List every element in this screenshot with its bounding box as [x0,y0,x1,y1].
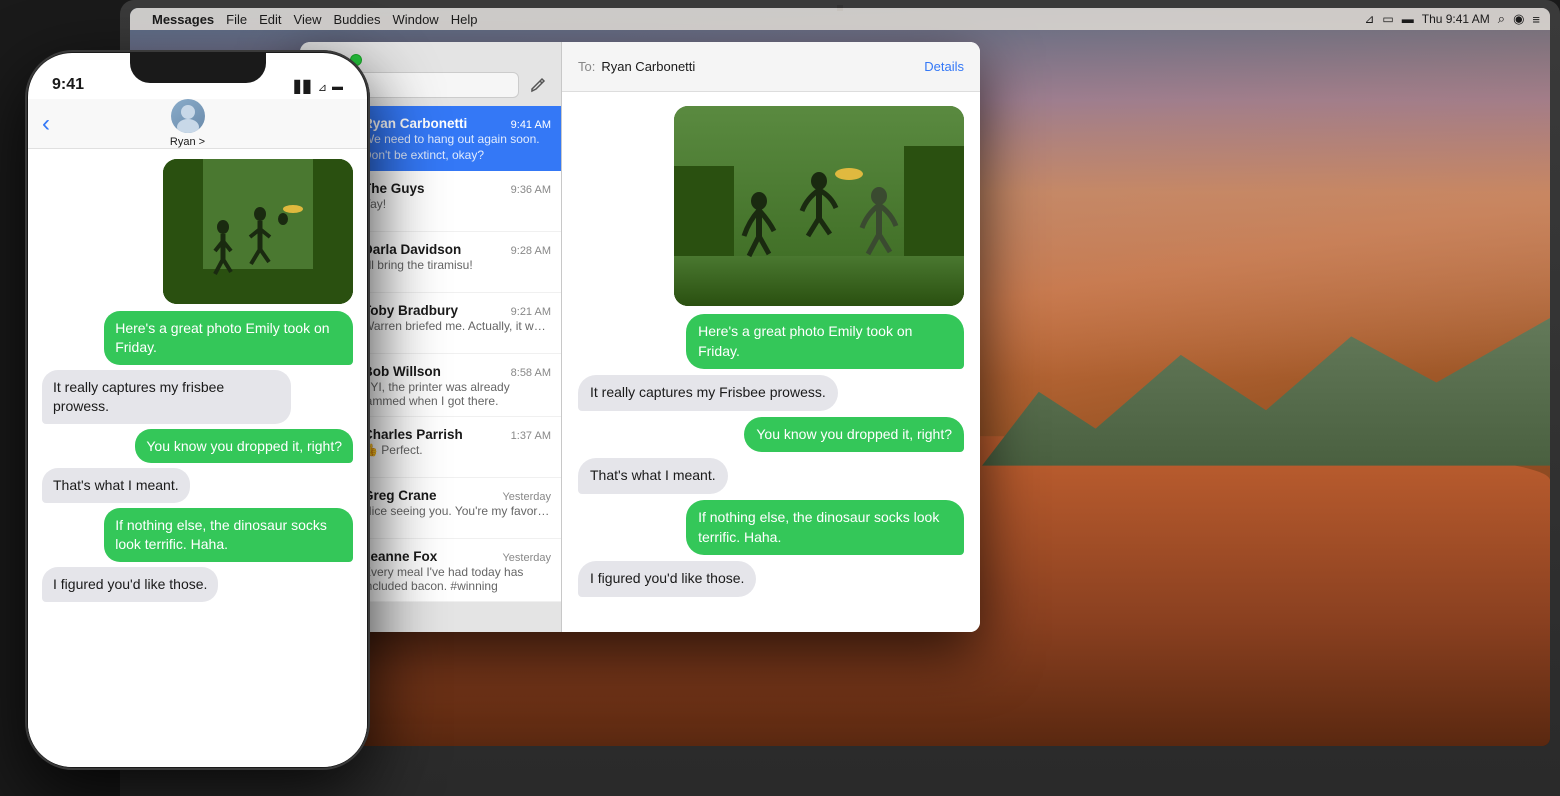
conv-name-darla: Darla Davidson [363,242,461,257]
cast-icon: ▭ [1382,12,1393,26]
iphone-msg-sent-3: If nothing else, the dinosaur socks look… [42,508,353,562]
wifi-status-icon: ⊿ [318,81,327,94]
back-button[interactable]: ‹ [42,110,50,138]
conv-name-guys: The Guys [363,181,425,196]
message-sent-2: You know you dropped it, right? [578,417,964,453]
conv-name-toby: Toby Bradbury [363,303,458,318]
menu-edit[interactable]: Edit [259,12,281,27]
conv-time-toby: 9:21 AM [511,306,551,318]
conv-content-jeanne: Jeanne Fox Yesterday Every meal I've had… [363,547,551,593]
iphone-msg-received-2: That's what I meant. [42,468,353,503]
battery-icon: ▬ [1402,12,1414,26]
iphone-bubble-received-1: It really captures my frisbee prowess. [42,370,291,424]
iphone-msg-received-3: I figured you'd like those. [42,567,353,602]
iphone-bubble-received-2: That's what I meant. [42,468,190,503]
iphone-photo-bubble [163,159,353,304]
conv-content-greg: Greg Crane Yesterday Nice seeing you. Yo… [363,486,551,518]
messages-window: ⌕ Search [300,42,980,632]
iphone-avatar [171,99,205,133]
iphone-bubble-sent-2: You know you dropped it, right? [135,429,353,464]
photo-bubble [674,106,964,306]
compose-button[interactable] [525,72,551,98]
conv-time-ryan: 9:41 AM [511,119,551,131]
conv-time-bob: 8:58 AM [511,367,551,379]
iphone-photo-message [42,159,353,304]
conv-preview-guys: Yay! [363,197,551,211]
iphone-time-label: 9:41 [52,76,84,94]
conv-content-guys: The Guys 9:36 AM Yay! [363,179,551,211]
message-received-2: That's what I meant. [578,458,964,494]
conv-content-darla: Darla Davidson 9:28 AM I'll bring the ti… [363,240,551,272]
iphone-msg-received-1: It really captures my frisbee prowess. [42,370,353,424]
chat-area: To: Ryan Carbonetti Details [562,42,980,632]
conv-time-darla: 9:28 AM [511,245,551,257]
menu-buddies[interactable]: Buddies [333,12,380,27]
iphone-msg-sent-1: Here's a great photo Emily took on Frida… [42,311,353,365]
conv-preview-toby: Warren briefed me. Actually, it wasn't t… [363,319,551,333]
iphone-notch [130,53,266,83]
conv-name-bob: Bob Willson [363,364,441,379]
conv-name-charles: Charles Parrish [363,427,463,442]
conv-content-ryan: Ryan Carbonetti 9:41 AM We need to hang … [363,114,551,163]
spotlight-icon[interactable]: ⌕ [1498,11,1505,27]
conv-content-charles: Charles Parrish 1:37 AM 👍 Perfect. [363,425,551,457]
conv-name-jeanne: Jeanne Fox [363,549,437,564]
siri-icon[interactable]: ◉ [1513,11,1524,27]
message-received-3: I figured you'd like those. [578,561,964,597]
chat-contact-name: Ryan Carbonetti [601,59,695,74]
conv-time-charles: 1:37 AM [511,430,551,442]
conv-preview-ryan: We need to hang out again soon. Don't be… [363,132,551,163]
notification-icon[interactable]: ≡ [1532,12,1540,27]
bubble-sent-2: You know you dropped it, right? [744,417,964,453]
chat-messages: Here's a great photo Emily took on Frida… [562,92,980,632]
menu-view[interactable]: View [294,12,322,27]
bubble-received-3: I figured you'd like those. [578,561,756,597]
menubar: Messages File Edit View Buddies Window H… [130,8,1550,30]
conv-time-guys: 9:36 AM [511,184,551,196]
bubble-received-2: That's what I meant. [578,458,728,494]
iphone-contact-name-label: Ryan > [170,136,205,148]
conv-preview-jeanne: Every meal I've had today has included b… [363,565,551,593]
battery-status-icon: ▬ [332,81,343,93]
iphone-bubble-sent-1: Here's a great photo Emily took on Frida… [104,311,353,365]
menu-window[interactable]: Window [392,12,438,27]
iphone-frame: 9:41 ▋▊ ⊿ ▬ ‹ Ryan > [25,50,370,770]
conv-content-bob: Bob Willson 8:58 AM FYI, the printer was… [363,362,551,408]
conv-time-jeanne: Yesterday [502,552,551,564]
clock-label: Thu 9:41 AM [1422,12,1490,26]
iphone-contact-info: Ryan > [60,99,315,148]
conv-preview-charles: 👍 Perfect. [363,443,551,457]
app-name-label[interactable]: Messages [152,12,214,27]
iphone-msg-sent-2: You know you dropped it, right? [42,429,353,464]
chat-header: To: Ryan Carbonetti Details [562,42,980,92]
menu-help[interactable]: Help [451,12,478,27]
conv-name-greg: Greg Crane [363,488,437,503]
message-photo [578,106,964,306]
conv-preview-darla: I'll bring the tiramisu! [363,258,551,272]
bubble-received-1: It really captures my Frisbee prowess. [578,375,838,411]
iphone-bubble-received-3: I figured you'd like those. [42,567,218,602]
iphone-status-icons: ▋▊ ⊿ ▬ [294,80,343,94]
bubble-sent-3: If nothing else, the dinosaur socks look… [686,500,964,555]
conv-preview-bob: FYI, the printer was already jammed when… [363,380,551,408]
iphone-nav-bar: ‹ Ryan > [28,99,367,149]
signal-icon: ▋▊ [294,80,312,94]
conv-content-toby: Toby Bradbury 9:21 AM Warren briefed me.… [363,301,551,333]
to-label: To: [578,59,595,74]
message-sent-3: If nothing else, the dinosaur socks look… [578,500,964,555]
message-received-1: It really captures my Frisbee prowess. [578,375,964,411]
message-sent-1: Here's a great photo Emily took on Frida… [578,314,964,369]
menu-file[interactable]: File [226,12,247,27]
conv-time-greg: Yesterday [502,491,551,503]
iphone-screen: 9:41 ▋▊ ⊿ ▬ ‹ Ryan > [28,53,367,767]
conv-preview-greg: Nice seeing you. You're my favorite pers… [363,504,551,518]
wifi-icon: ⊿ [1364,12,1374,26]
details-button[interactable]: Details [924,59,964,74]
iphone-messages-list: Here's a great photo Emily took on Frida… [28,149,367,767]
conv-name-ryan: Ryan Carbonetti [363,116,467,131]
bubble-sent-1: Here's a great photo Emily took on Frida… [686,314,964,369]
iphone-bubble-sent-3: If nothing else, the dinosaur socks look… [104,508,353,562]
